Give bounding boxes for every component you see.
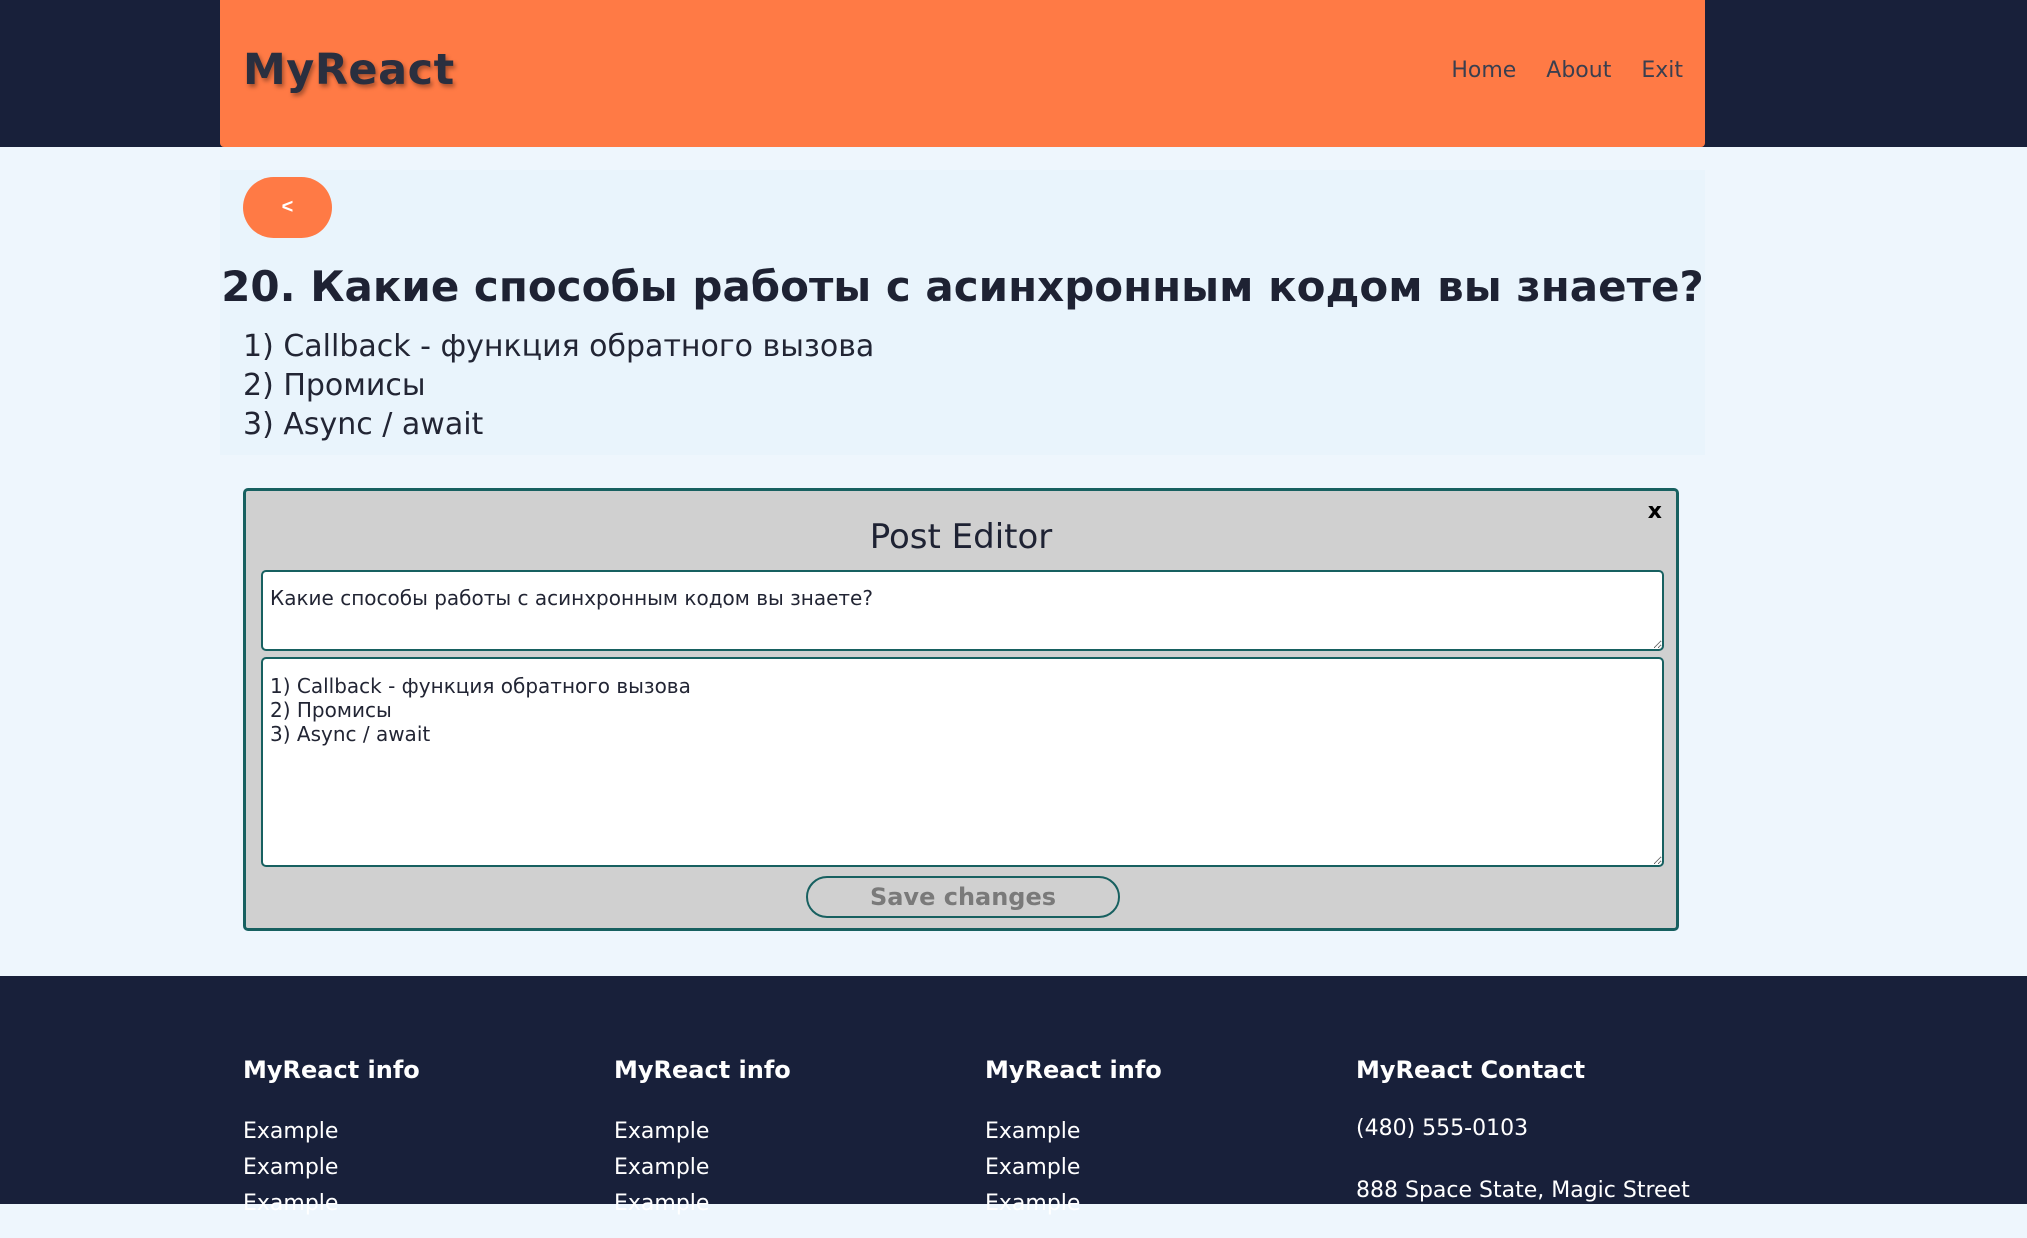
nav-about-link[interactable]: About: [1546, 58, 1611, 83]
footer-column-info-3: MyReact info Example Example Example: [985, 1056, 1162, 1222]
footer-link[interactable]: Example: [614, 1150, 791, 1186]
footer-link[interactable]: Example: [243, 1114, 420, 1150]
footer-heading: MyReact info: [985, 1056, 1162, 1084]
contact-address: 888 Space State, Magic Street: [1356, 1178, 1690, 1203]
post-title: 20. Какие способы работы с асинхронным к…: [221, 262, 1704, 311]
post-body-line: 1) Callback - функция обратного вызова: [243, 329, 875, 364]
footer-column-info-1: MyReact info Example Example Example: [243, 1056, 420, 1222]
post-body-line: 3) Async / await: [243, 407, 484, 442]
footer-heading: MyReact Contact: [1356, 1056, 1586, 1084]
site-footer: MyReact info Example Example Example MyR…: [0, 976, 2027, 1216]
footer-link[interactable]: Example: [985, 1114, 1162, 1150]
footer-link[interactable]: Example: [243, 1150, 420, 1186]
post-body: 1) Callback - функция обратного вызова 2…: [243, 327, 874, 444]
post-title-input[interactable]: [261, 570, 1664, 651]
footer-link[interactable]: Example: [614, 1186, 791, 1222]
footer-link[interactable]: Example: [614, 1114, 791, 1150]
main-nav: Home About Exit: [1451, 58, 1683, 83]
footer-heading: MyReact info: [243, 1056, 420, 1084]
footer-column-contact: MyReact Contact (480) 555-0103 888 Space…: [1356, 1056, 1690, 1238]
footer-link[interactable]: Example: [243, 1186, 420, 1222]
site-header: MyReact Home About Exit: [220, 0, 1705, 147]
logo[interactable]: MyReact: [243, 45, 455, 95]
footer-link[interactable]: Example: [985, 1150, 1162, 1186]
nav-home-link[interactable]: Home: [1451, 58, 1516, 83]
contact-phone: (480) 555-0103: [1356, 1116, 1529, 1141]
nav-exit-link[interactable]: Exit: [1641, 58, 1683, 83]
editor-title: Post Editor: [869, 517, 1053, 557]
post-editor-modal: x Post Editor Save changes: [243, 488, 1679, 931]
post-body-line: 2) Промисы: [243, 368, 426, 403]
post-panel: < 20. Какие способы работы с асинхронным…: [220, 170, 1705, 455]
save-changes-button[interactable]: Save changes: [806, 876, 1120, 918]
back-button[interactable]: <: [243, 177, 332, 238]
footer-column-info-2: MyReact info Example Example Example: [614, 1056, 791, 1222]
footer-link[interactable]: Example: [985, 1186, 1162, 1222]
post-body-input[interactable]: [261, 657, 1664, 867]
footer-heading: MyReact info: [614, 1056, 791, 1084]
